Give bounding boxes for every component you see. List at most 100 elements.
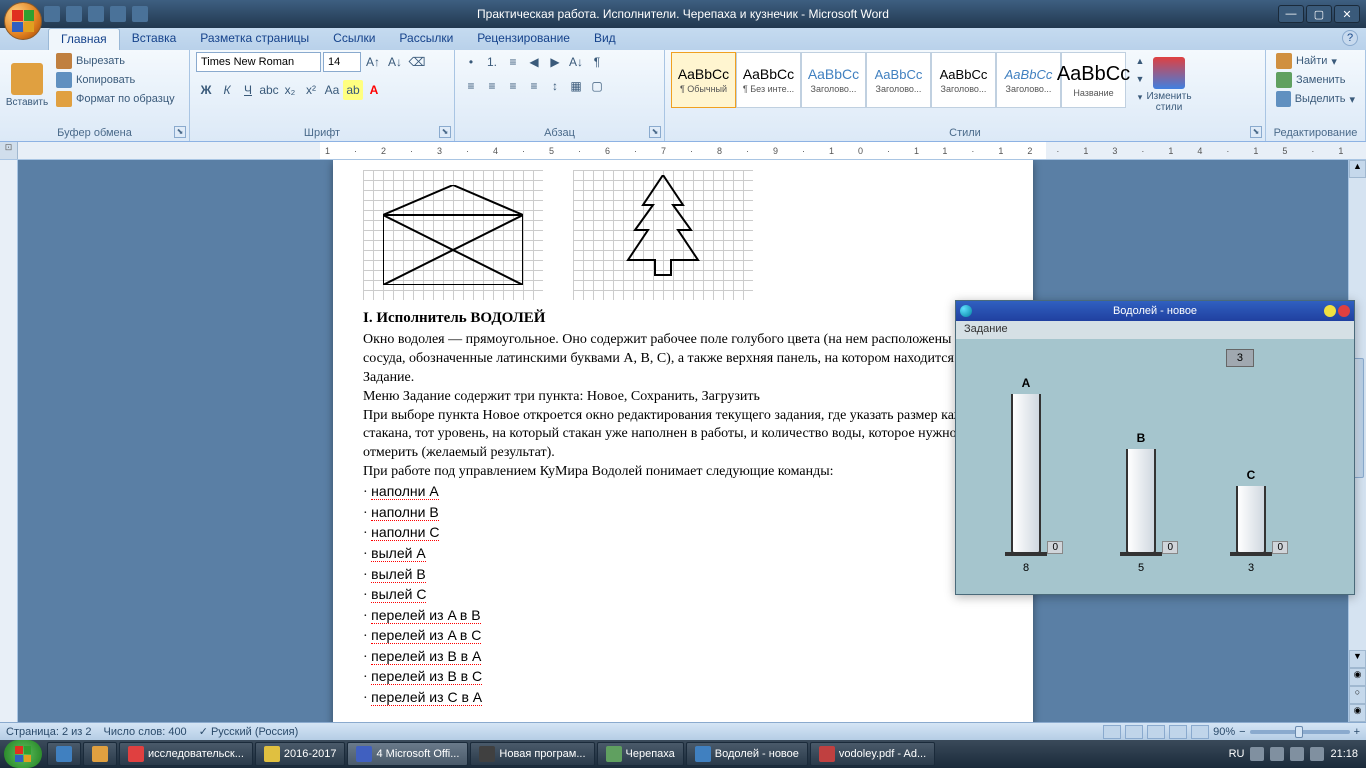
vodoley-menu[interactable]: Задание: [956, 321, 1354, 339]
grow-font-button[interactable]: A↑: [363, 52, 383, 72]
next-page-button[interactable]: ◉: [1349, 704, 1366, 722]
style-item-3[interactable]: AaBbCcЗаголово...: [866, 52, 931, 108]
status-words[interactable]: Число слов: 400: [104, 726, 187, 738]
zoom-thumb[interactable]: [1295, 726, 1303, 738]
strike-button[interactable]: abc: [259, 80, 279, 100]
superscript-button[interactable]: x²: [301, 80, 321, 100]
task-item-0[interactable]: исследовательск...: [119, 742, 253, 766]
style-item-6[interactable]: AaBbCcНазвание: [1061, 52, 1126, 108]
gallery-up[interactable]: ▲: [1130, 52, 1150, 70]
tab-review[interactable]: Рецензирование: [465, 28, 582, 50]
vodoley-close[interactable]: [1338, 305, 1350, 317]
shrink-font-button[interactable]: A↓: [385, 52, 405, 72]
tray-icon-2[interactable]: [1270, 747, 1284, 761]
tray-icon-3[interactable]: [1290, 747, 1304, 761]
styles-launcher[interactable]: ⬊: [1250, 126, 1262, 138]
subscript-button[interactable]: x₂: [280, 80, 300, 100]
task-item-2[interactable]: 4 Microsoft Offi...: [347, 742, 468, 766]
view-full-screen[interactable]: [1125, 725, 1143, 739]
vodoley-minimize[interactable]: [1324, 305, 1336, 317]
shading-button[interactable]: ▦: [566, 76, 586, 96]
tab-insert[interactable]: Вставка: [120, 28, 189, 50]
browse-button[interactable]: ○: [1349, 686, 1366, 704]
status-lang[interactable]: ✓ Русский (Россия): [199, 725, 299, 738]
task-item-5[interactable]: Водолей - новое: [686, 742, 808, 766]
style-item-4[interactable]: AaBbCcЗаголово...: [931, 52, 996, 108]
tray-lang[interactable]: RU: [1229, 748, 1245, 760]
horizontal-ruler[interactable]: ⊡ 1·2·3·4·5·6·7·8·9·10·11·12·13·14·15·16…: [0, 142, 1366, 160]
minimize-button[interactable]: —: [1278, 5, 1304, 23]
vodoley-window[interactable]: Водолей - новое Задание 3 A08B05C03: [955, 300, 1355, 595]
help-button[interactable]: ?: [1342, 30, 1358, 46]
task-item-3[interactable]: Новая програм...: [470, 742, 594, 766]
vodoley-titlebar[interactable]: Водолей - новое: [956, 301, 1354, 321]
qat-save-icon[interactable]: [44, 6, 60, 22]
align-center-button[interactable]: ≡: [482, 76, 502, 96]
find-button[interactable]: Найти ▾: [1272, 52, 1359, 70]
qat-undo-icon[interactable]: [66, 6, 82, 22]
view-print-layout[interactable]: [1103, 725, 1121, 739]
maximize-button[interactable]: ▢: [1306, 5, 1332, 23]
qat-print-icon[interactable]: [110, 6, 126, 22]
view-draft[interactable]: [1191, 725, 1209, 739]
zoom-level[interactable]: 90%: [1213, 726, 1235, 738]
task-item-1[interactable]: 2016-2017: [255, 742, 346, 766]
vertical-ruler[interactable]: [0, 160, 18, 722]
replace-button[interactable]: Заменить: [1272, 71, 1359, 89]
font-name-select[interactable]: [196, 52, 321, 72]
font-launcher[interactable]: ⬊: [439, 126, 451, 138]
tab-view[interactable]: Вид: [582, 28, 628, 50]
zoom-in[interactable]: +: [1354, 726, 1360, 738]
task-pin-1[interactable]: [47, 742, 81, 766]
gallery-down[interactable]: ▼: [1130, 70, 1150, 88]
paragraph-launcher[interactable]: ⬊: [649, 126, 661, 138]
zoom-out[interactable]: −: [1239, 726, 1245, 738]
qat-redo-icon[interactable]: [88, 6, 104, 22]
tray-icon-1[interactable]: [1250, 747, 1264, 761]
prev-page-button[interactable]: ◉: [1349, 668, 1366, 686]
align-right-button[interactable]: ≡: [503, 76, 523, 96]
style-item-5[interactable]: AaBbCcЗаголово...: [996, 52, 1061, 108]
style-gallery[interactable]: AaBbCc¶ ОбычныйAaBbCc¶ Без инте...AaBbCc…: [671, 52, 1126, 112]
qat-preview-icon[interactable]: [132, 6, 148, 22]
view-web[interactable]: [1147, 725, 1165, 739]
style-item-1[interactable]: AaBbCc¶ Без инте...: [736, 52, 801, 108]
indent-inc-button[interactable]: ▶: [545, 52, 565, 72]
tab-home[interactable]: Главная: [48, 28, 120, 50]
style-item-0[interactable]: AaBbCc¶ Обычный: [671, 52, 736, 108]
tray-icon-4[interactable]: [1310, 747, 1324, 761]
view-outline[interactable]: [1169, 725, 1187, 739]
close-button[interactable]: ✕: [1334, 5, 1360, 23]
font-color-button[interactable]: A: [364, 80, 384, 100]
bold-button[interactable]: Ж: [196, 80, 216, 100]
tab-layout[interactable]: Разметка страницы: [188, 28, 321, 50]
clear-format-button[interactable]: ⌫: [407, 52, 427, 72]
show-marks-button[interactable]: ¶: [587, 52, 607, 72]
clipboard-launcher[interactable]: ⬊: [174, 126, 186, 138]
multilevel-button[interactable]: ≡: [503, 52, 523, 72]
indent-dec-button[interactable]: ◀: [524, 52, 544, 72]
bullets-button[interactable]: •: [461, 52, 481, 72]
justify-button[interactable]: ≡: [524, 76, 544, 96]
scroll-up-button[interactable]: ▲: [1349, 160, 1366, 178]
copy-button[interactable]: Копировать: [52, 71, 179, 89]
tab-references[interactable]: Ссылки: [321, 28, 387, 50]
task-item-6[interactable]: vodoley.pdf - Ad...: [810, 742, 935, 766]
underline-button[interactable]: Ч: [238, 80, 258, 100]
format-painter-button[interactable]: Формат по образцу: [52, 90, 179, 108]
line-spacing-button[interactable]: ↕: [545, 76, 565, 96]
sort-button[interactable]: A↓: [566, 52, 586, 72]
start-button[interactable]: [4, 740, 42, 768]
case-button[interactable]: Aa: [322, 80, 342, 100]
highlight-button[interactable]: ab: [343, 80, 363, 100]
tab-mailings[interactable]: Рассылки: [387, 28, 465, 50]
tray-time[interactable]: 21:18: [1330, 748, 1358, 760]
zoom-slider[interactable]: [1250, 730, 1350, 734]
style-item-2[interactable]: AaBbCcЗаголово...: [801, 52, 866, 108]
cut-button[interactable]: Вырезать: [52, 52, 179, 70]
align-left-button[interactable]: ≡: [461, 76, 481, 96]
change-styles-button[interactable]: Изменить стили: [1148, 52, 1190, 118]
task-pin-2[interactable]: [83, 742, 117, 766]
numbering-button[interactable]: 1.: [482, 52, 502, 72]
task-item-4[interactable]: Черепаха: [597, 742, 684, 766]
